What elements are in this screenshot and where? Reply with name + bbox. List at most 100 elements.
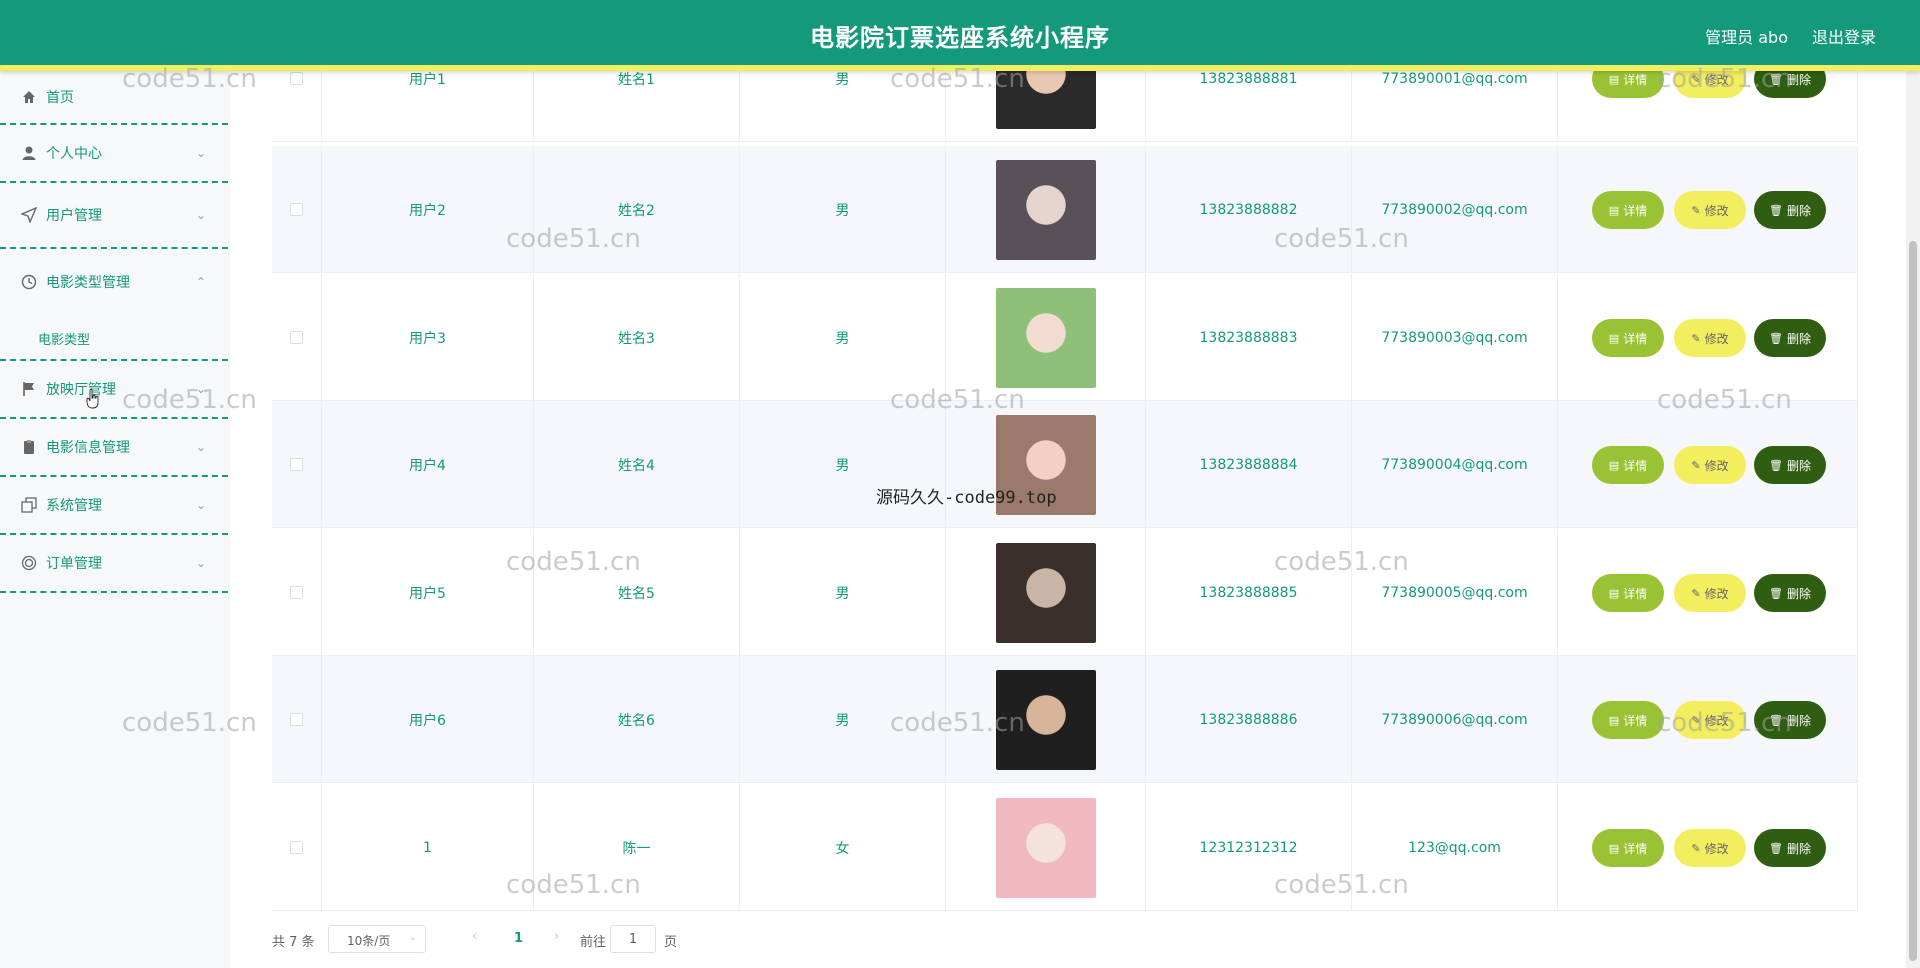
- table-cell-check: [272, 401, 322, 528]
- sidebar-item-users[interactable]: 用户管理 ⌄: [0, 183, 228, 249]
- pencil-icon: ✎: [1691, 203, 1701, 217]
- logout-link[interactable]: 退出登录: [1812, 24, 1876, 48]
- table-cell-avatar: [946, 401, 1146, 528]
- cell-text: 13823888884: [1199, 456, 1298, 473]
- table-cell-avatar: [946, 529, 1146, 656]
- sidebar-item-halls[interactable]: 放映厅管理 ⌄: [0, 361, 228, 419]
- chevron-down-icon: ⌄: [195, 208, 206, 222]
- sidebar-item-home[interactable]: 首页: [0, 71, 228, 125]
- table-cell-check: [272, 529, 322, 656]
- sidebar-item-label: 电影类型管理: [46, 275, 130, 291]
- trash-icon: 🗑: [1769, 458, 1783, 472]
- row-checkbox[interactable]: [290, 841, 303, 854]
- sidebar: 首页 个人中心 ⌄ 用户管理 ⌄ 电影类型管理 ⌃ 电影类型 放映厅管理 ⌄ 电…: [0, 71, 230, 968]
- detail-button[interactable]: ▤ 详情: [1592, 446, 1664, 484]
- pencil-icon: ✎: [1691, 586, 1701, 600]
- document-icon: ▤: [1608, 72, 1620, 86]
- sidebar-item-movie-types[interactable]: 电影类型管理 ⌃: [0, 249, 228, 315]
- row-checkbox[interactable]: [290, 331, 303, 344]
- detail-button[interactable]: ▤ 详情: [1592, 319, 1664, 357]
- sidebar-item-label: 放映厅管理: [46, 382, 116, 398]
- user-avatar: [995, 797, 1096, 898]
- cell-text: 用户2: [409, 202, 446, 219]
- copy-icon: [21, 497, 37, 513]
- document-icon: ▤: [1608, 713, 1620, 727]
- cell-text: 姓名3: [618, 330, 655, 347]
- sidebar-item-orders[interactable]: 订单管理 ⌄: [0, 535, 228, 593]
- table-cell-gender: 男: [740, 274, 946, 401]
- cell-text: 男: [835, 585, 850, 602]
- row-checkbox[interactable]: [290, 586, 303, 599]
- prev-page-button[interactable]: ‹: [472, 929, 477, 944]
- table-row: 用户4 姓名4 男 13823888884 773890004@qq.com ▤ 详情 ✎ 修改…: [272, 401, 1858, 528]
- main-content: 用户1 姓名1 男 13823888881 773890001@qq.com ▤ 详情 ✎ 修改…: [254, 15, 1884, 968]
- page-size-select[interactable]: 10条/页 ⌄: [328, 925, 426, 953]
- send-icon: [20, 206, 38, 224]
- table-cell-check: [272, 784, 322, 911]
- table-cell-gender: 女: [740, 784, 946, 911]
- button-label: 详情: [1623, 72, 1648, 87]
- row-checkbox[interactable]: [290, 458, 303, 471]
- page-size-value: 10条/页: [347, 934, 391, 948]
- edit-button[interactable]: ✎ 修改: [1674, 446, 1746, 484]
- row-checkbox[interactable]: [290, 203, 303, 216]
- cell-text: 用户4: [409, 457, 446, 474]
- button-label: 修改: [1704, 713, 1729, 728]
- next-page-button[interactable]: ›: [554, 929, 559, 944]
- mouse-cursor-icon: [86, 389, 99, 409]
- document-icon: ▤: [1608, 331, 1620, 345]
- row-checkbox[interactable]: [290, 72, 303, 85]
- button-label: 修改: [1704, 458, 1729, 473]
- delete-button[interactable]: 🗑 删除: [1754, 446, 1826, 484]
- table-cell-email: 773890006@qq.com: [1352, 656, 1558, 783]
- submenu-item-label: 电影类型: [38, 333, 91, 348]
- scrollbar[interactable]: [1906, 71, 1920, 968]
- cell-text: 姓名5: [618, 585, 655, 602]
- trash-icon: 🗑: [1769, 713, 1783, 727]
- scrollbar-thumb[interactable]: [1909, 241, 1917, 961]
- overlay-watermark: 源码久久-code99.top: [876, 488, 1057, 508]
- detail-button[interactable]: ▤ 详情: [1592, 191, 1664, 229]
- trash-icon: 🗑: [1769, 841, 1783, 855]
- edit-button[interactable]: ✎ 修改: [1674, 701, 1746, 739]
- table-cell-email: 773890002@qq.com: [1352, 146, 1558, 273]
- sidebar-item-movie-info[interactable]: 电影信息管理 ⌄: [0, 419, 228, 477]
- table-cell-check: [272, 656, 322, 783]
- button-label: 删除: [1786, 586, 1811, 601]
- goto-page-input[interactable]: 1: [610, 925, 656, 953]
- button-label: 删除: [1786, 203, 1811, 218]
- cell-text: 123@qq.com: [1408, 839, 1501, 856]
- table-cell-phone: 12312312312: [1146, 784, 1352, 911]
- row-checkbox[interactable]: [290, 713, 303, 726]
- trash-icon: 🗑: [1769, 586, 1783, 600]
- delete-button[interactable]: 🗑 删除: [1754, 191, 1826, 229]
- button-label: 详情: [1623, 331, 1648, 346]
- edit-button[interactable]: ✎ 修改: [1674, 191, 1746, 229]
- user-avatar: [995, 669, 1096, 770]
- document-icon: ▤: [1608, 586, 1620, 600]
- sidebar-item-label: 个人中心: [46, 146, 102, 162]
- detail-button[interactable]: ▤ 详情: [1592, 574, 1664, 612]
- edit-button[interactable]: ✎ 修改: [1674, 319, 1746, 357]
- edit-button[interactable]: ✎ 修改: [1674, 829, 1746, 867]
- delete-button[interactable]: 🗑 删除: [1754, 574, 1826, 612]
- detail-button[interactable]: ▤ 详情: [1592, 829, 1664, 867]
- delete-button[interactable]: 🗑 删除: [1754, 829, 1826, 867]
- detail-button[interactable]: ▤ 详情: [1592, 701, 1664, 739]
- delete-button[interactable]: 🗑 删除: [1754, 701, 1826, 739]
- sidebar-item-profile[interactable]: 个人中心 ⌄: [0, 125, 228, 183]
- table-cell-gender: 男: [740, 146, 946, 273]
- page-number[interactable]: 1: [514, 931, 523, 946]
- cell-text: 773890002@qq.com: [1381, 201, 1528, 218]
- submenu-item-movie-type[interactable]: 电影类型: [0, 315, 228, 361]
- delete-button[interactable]: 🗑 删除: [1754, 319, 1826, 357]
- edit-button[interactable]: ✎ 修改: [1674, 574, 1746, 612]
- sidebar-item-system[interactable]: 系统管理 ⌄: [0, 477, 228, 535]
- cell-text: 13823888882: [1199, 201, 1298, 218]
- cell-text: 13823888881: [1199, 70, 1298, 87]
- chevron-down-icon: ⌄: [195, 146, 206, 160]
- sidebar-item-label: 订单管理: [46, 556, 102, 572]
- cell-text: 男: [835, 330, 850, 347]
- table-cell-avatar: [946, 784, 1146, 911]
- table-cell-name: 姓名3: [534, 274, 740, 401]
